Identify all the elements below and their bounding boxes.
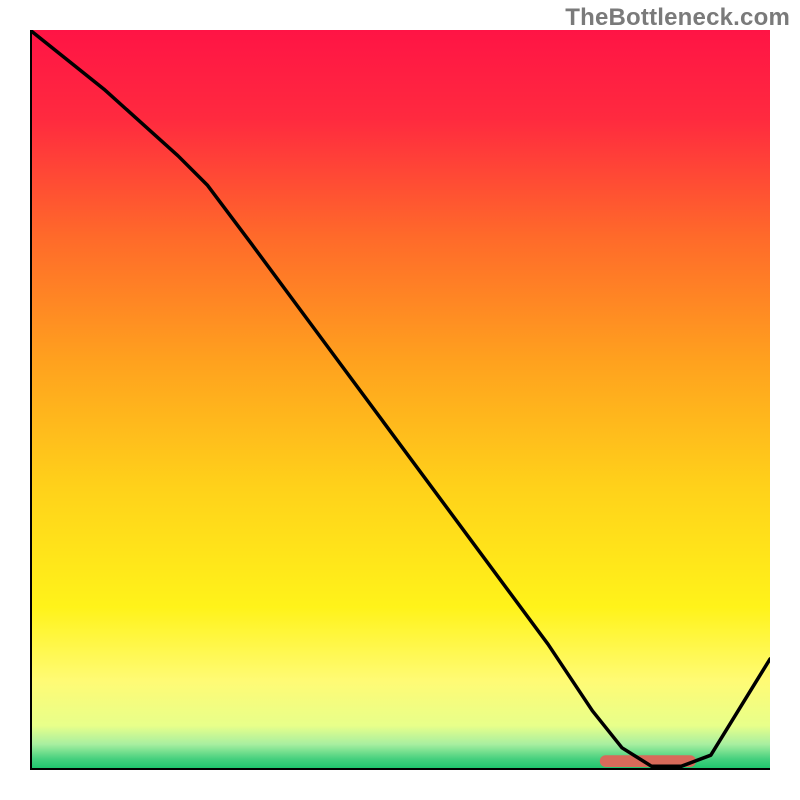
- watermark-text: TheBottleneck.com: [565, 4, 790, 32]
- plot-area: [30, 30, 770, 770]
- chart-svg: [30, 30, 770, 770]
- gradient-background: [30, 30, 770, 770]
- chart-container: TheBottleneck.com: [0, 0, 800, 800]
